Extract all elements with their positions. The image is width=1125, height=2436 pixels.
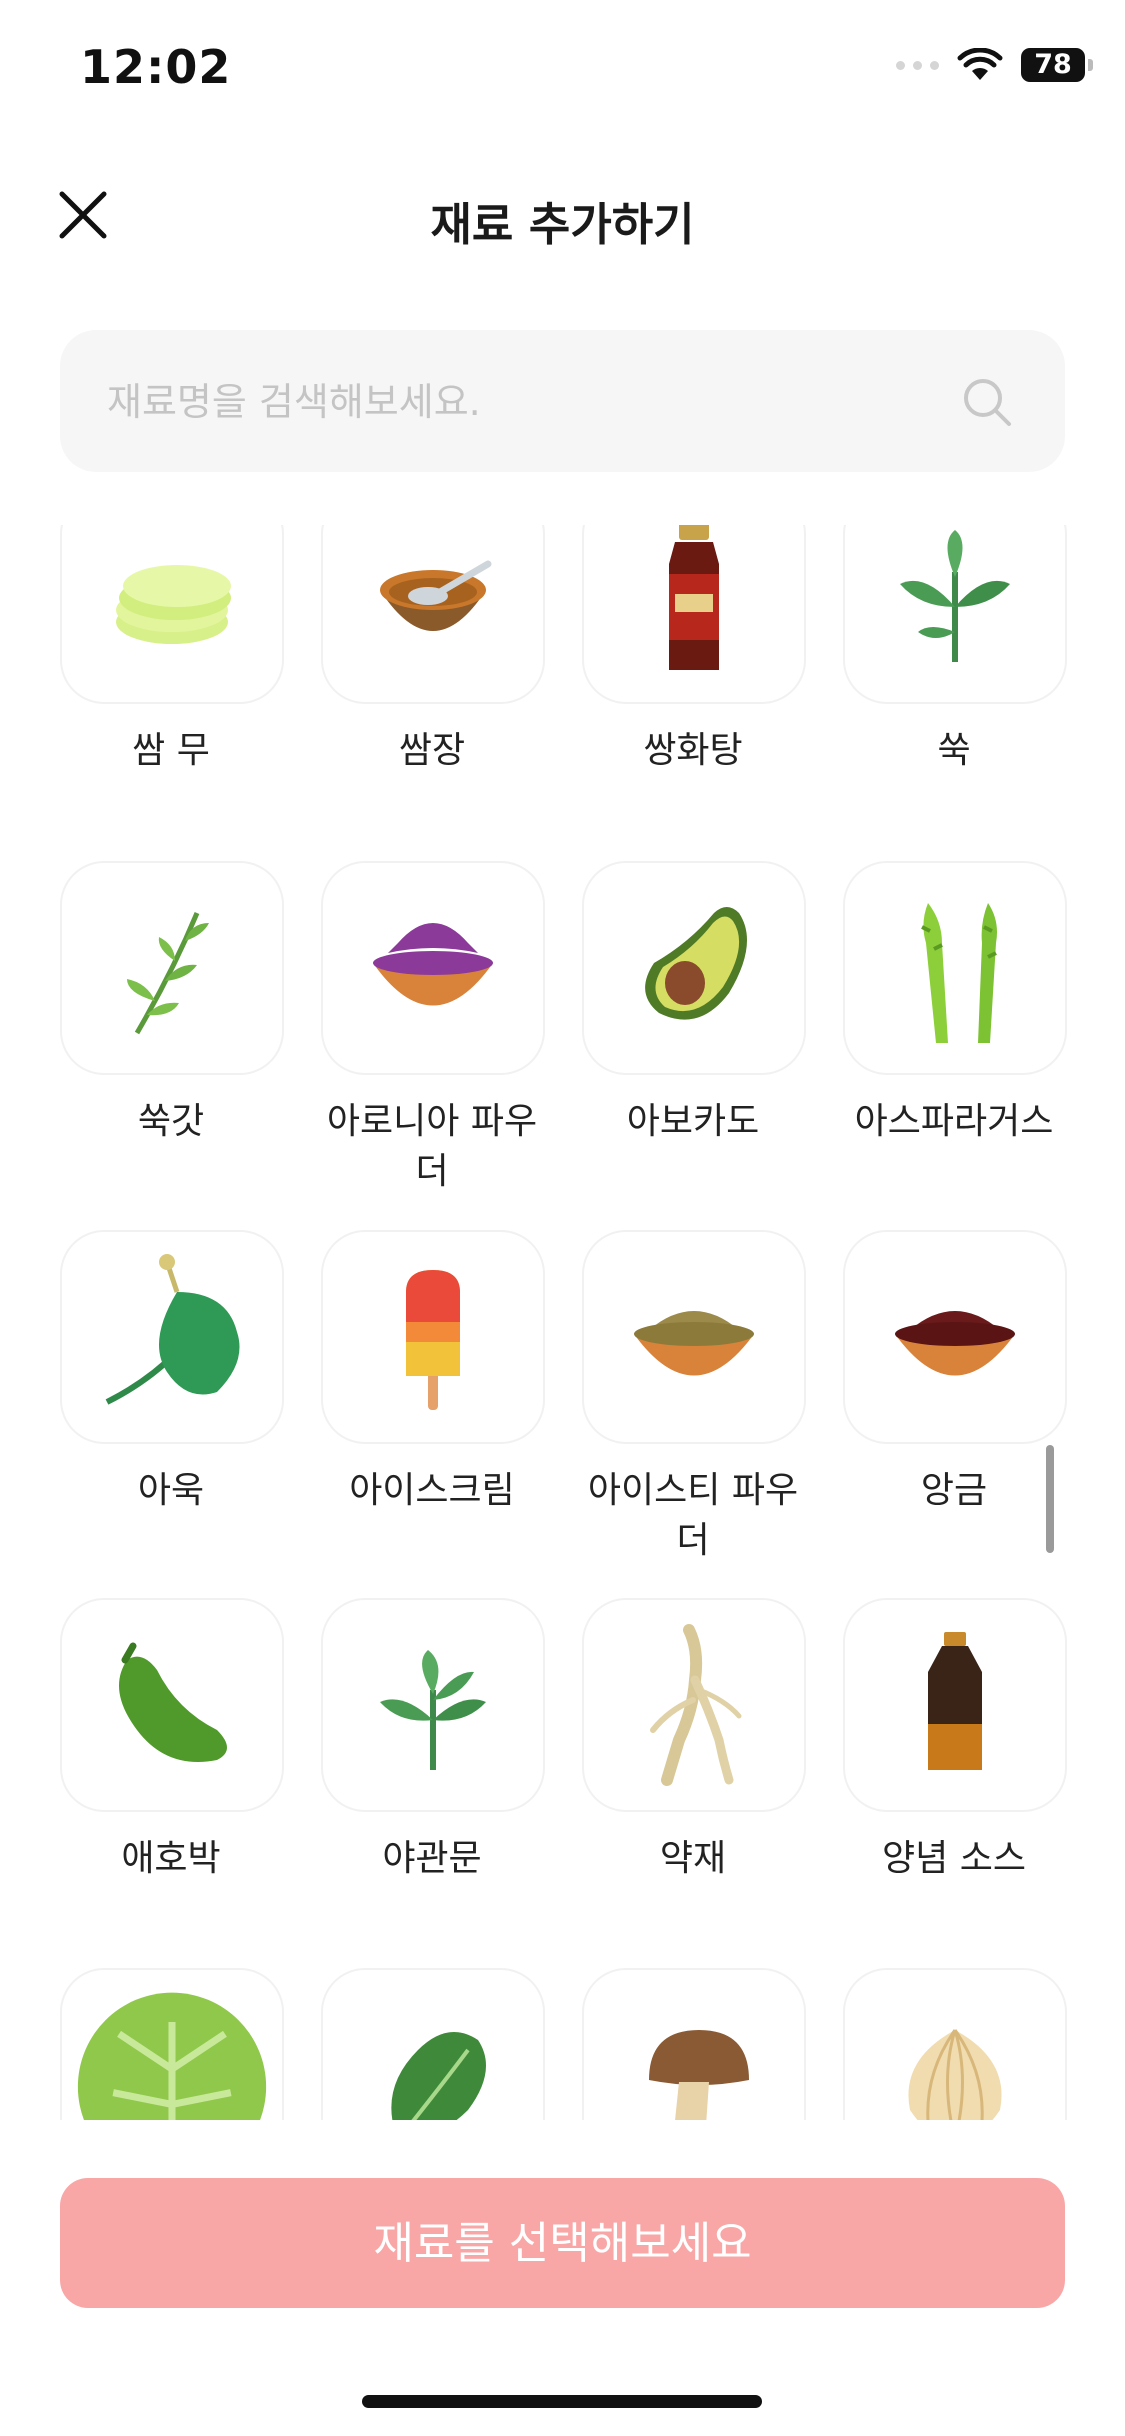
ingredient-label: 야관문	[382, 1838, 482, 1879]
battery-icon: 78	[1021, 48, 1093, 82]
ingredient-grid[interactable]: 쌈 무 쌈장 쌍화탕 쑥 쑥갓 아로니아 파우더 아보카도 아스파라거스 아욱 …	[0, 525, 1125, 2120]
ingredient-image	[582, 1968, 806, 2120]
lettuce-icon	[391, 2032, 486, 2120]
sauce-bottle-icon	[928, 1632, 982, 1770]
mugwort-icon	[900, 530, 1010, 662]
ingredient-image	[843, 1968, 1067, 2120]
ingredient-image	[843, 525, 1067, 704]
ingredient-image	[843, 1230, 1067, 1444]
ingredient-card[interactable]: 쌍화탕	[582, 525, 806, 776]
ingredient-image	[582, 525, 806, 704]
ingredient-image	[582, 861, 806, 1075]
ingredient-card[interactable]: 아보카도	[582, 861, 806, 1147]
ingredient-card[interactable]	[60, 1968, 284, 2120]
ingredient-image	[582, 1598, 806, 1812]
mushroom-icon	[649, 2030, 749, 2120]
page-title: 재료 추가하기	[430, 198, 695, 251]
red-bean-paste-icon	[895, 1311, 1015, 1376]
ingredient-card[interactable]: 쌈 무	[60, 525, 284, 776]
ingredient-image	[60, 1968, 284, 2120]
ingredient-image	[321, 525, 545, 704]
scrollbar[interactable]	[1046, 1445, 1054, 1553]
ingredient-label: 쑥	[937, 730, 971, 771]
iced-tea-powder-icon	[634, 1311, 754, 1376]
ingredient-label: 아이스티 파우더	[587, 1470, 799, 1561]
ingredient-card[interactable]	[321, 1968, 545, 2120]
ingredient-card[interactable]	[582, 1968, 806, 2120]
ingredient-label: 아욱	[137, 1470, 205, 1511]
ingredient-image	[843, 1598, 1067, 1812]
pickled-radish-icon	[116, 565, 231, 644]
select-ingredient-button[interactable]: 재료를 선택해보세요	[60, 2178, 1065, 2308]
ingredient-image	[321, 1230, 545, 1444]
ingredient-label: 아스파라거스	[854, 1101, 1054, 1142]
ingredient-card[interactable]: 야관문	[321, 1598, 545, 1884]
ingredient-label: 약재	[659, 1838, 727, 1879]
ingredient-image	[60, 525, 284, 704]
ingredient-label: 아이스크림	[349, 1470, 515, 1511]
status-icons: 78	[896, 48, 1093, 82]
ingredient-card[interactable]: 아로니아 파우더	[321, 861, 545, 1197]
search-icon[interactable]	[961, 376, 1013, 428]
ingredient-label: 쑥갓	[137, 1101, 205, 1142]
herbal-drink-bottle-icon	[669, 525, 719, 670]
ice-pop-icon	[406, 1270, 460, 1410]
mallow-icon	[105, 1254, 240, 1405]
ingredient-image	[843, 861, 1067, 1075]
asparagus-icon	[921, 903, 997, 1043]
ingredient-label: 애호박	[121, 1838, 221, 1879]
ingredient-card[interactable]: 약재	[582, 1598, 806, 1884]
ssamjang-bowl-icon	[380, 560, 492, 631]
ginseng-root-icon	[650, 1624, 742, 1786]
aronia-powder-icon	[373, 923, 493, 1006]
cellular-signal-icon	[896, 60, 939, 70]
header: 재료 추가하기	[0, 170, 1125, 260]
ingredient-card[interactable]: 아스파라거스	[843, 861, 1067, 1147]
status-time: 12:02	[80, 40, 232, 94]
search-input[interactable]	[105, 330, 969, 474]
ingredient-image	[321, 1968, 545, 2120]
status-bar: 12:02 78	[0, 0, 1125, 140]
ingredient-label: 양념 소스	[882, 1838, 1026, 1879]
crown-daisy-icon	[127, 912, 209, 1035]
search-bar[interactable]	[60, 330, 1065, 474]
ingredient-card[interactable]: 쌈장	[321, 525, 545, 776]
home-indicator[interactable]	[362, 2395, 762, 2408]
ingredient-label: 앙금	[920, 1470, 988, 1511]
ingredient-image	[60, 1598, 284, 1812]
ingredient-image	[321, 861, 545, 1075]
ingredient-card[interactable]: 아욱	[60, 1230, 284, 1516]
ingredient-card[interactable]: 앙금	[843, 1230, 1067, 1516]
ingredient-label: 아보카도	[626, 1101, 760, 1142]
ingredient-card[interactable]: 애호박	[60, 1598, 284, 1884]
wifi-icon	[957, 48, 1003, 80]
ingredient-image	[60, 861, 284, 1075]
ingredient-label: 쌍화탕	[643, 730, 743, 771]
ingredient-image	[582, 1230, 806, 1444]
ingredient-label: 아로니아 파우더	[326, 1101, 538, 1192]
ingredient-card[interactable]: 양념 소스	[843, 1598, 1067, 1884]
onion-icon	[908, 2029, 1002, 2120]
ingredient-card[interactable]: 아이스티 파우더	[582, 1230, 806, 1566]
ingredient-card[interactable]	[843, 1968, 1067, 2120]
zucchini-icon	[119, 1642, 227, 1762]
ingredient-card[interactable]: 쑥갓	[60, 861, 284, 1147]
ingredient-label: 쌈장	[398, 730, 466, 771]
ingredient-card[interactable]: 아이스크림	[321, 1230, 545, 1516]
herb-sprig-icon	[380, 1650, 486, 1770]
ingredient-image	[321, 1598, 545, 1812]
ingredient-label: 쌈 무	[132, 730, 210, 771]
cabbage-icon	[77, 1992, 267, 2120]
ingredient-image	[60, 1230, 284, 1444]
ingredient-card[interactable]: 쑥	[843, 525, 1067, 776]
avocado-icon	[645, 907, 747, 1020]
